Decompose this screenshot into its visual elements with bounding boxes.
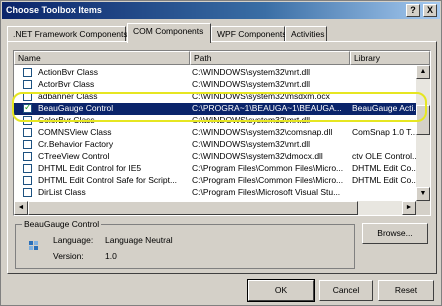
cancel-button[interactable]: Cancel [319,280,373,301]
details-group-title: BeauGauge Control [22,219,102,229]
row-name: ActorBvr Class [38,79,95,89]
row-checkbox[interactable] [23,68,32,77]
tab-net-framework[interactable]: .NET Framework Components [7,26,128,42]
list-item[interactable]: DirList Class C:\Program Files\Microsoft… [14,187,416,199]
list-item[interactable]: DHTML Edit Control Safe for Script... C:… [14,175,416,187]
list-item[interactable]: ActorBvr Class C:\WINDOWS\system32\mrt.d… [14,79,416,91]
row-checkbox[interactable] [23,128,32,137]
row-name: DHTML Edit Control for IE5 [38,163,142,173]
row-library: DHTML Edit Co... [352,175,416,185]
row-name: CTreeView Control [38,151,110,161]
tab-com-components[interactable]: COM Components [127,23,211,43]
row-path: C:\Program Files\Microsoft Visual Stu... [192,187,341,197]
window-title: Choose Toolbox Items [6,5,102,15]
row-name: DHTML Edit Control Safe for Script... [38,175,178,185]
version-value: 1.0 [105,251,117,261]
details-group [15,224,355,269]
close-button[interactable]: X [423,4,437,17]
row-checkbox[interactable] [23,188,32,197]
list-item[interactable]: COMNSView Class C:\WINDOWS\system32\coms… [14,127,416,139]
row-path: C:\WINDOWS\system32\mrt.dll [192,67,311,77]
row-checkbox[interactable] [23,164,32,173]
row-path: C:\WINDOWS\system32\mrt.dll [192,79,311,89]
highlight-ring [12,92,427,122]
reset-button[interactable]: Reset [378,280,434,301]
row-path: C:\WINDOWS\system32\dmocx.dll [192,151,323,161]
horizontal-scrollbar[interactable]: ◄ ► [14,201,416,215]
tab-activities[interactable]: Activities [285,26,327,42]
column-header-library[interactable]: Library [350,51,430,65]
title-bar: Choose Toolbox Items ? X [2,2,440,19]
row-library: ComSnap 1.0 T... [352,127,416,137]
row-library: ctv OLE Control... [352,151,416,161]
row-path: C:\Program Files\Common Files\Micro... [192,175,344,185]
scroll-left-arrow-icon[interactable]: ◄ [14,201,28,215]
dialog-window: Choose Toolbox Items ? X .NET Framework … [0,0,442,306]
scroll-right-arrow-icon[interactable]: ► [402,201,416,215]
ok-button[interactable]: OK [247,279,315,302]
row-path: C:\WINDOWS\system32\mrt.dll [192,139,311,149]
column-header-name[interactable]: Name [14,51,190,65]
help-button[interactable]: ? [406,4,420,17]
language-value: Language Neutral [105,235,173,245]
row-checkbox[interactable] [23,152,32,161]
component-list[interactable]: Name Path Library ActionBvr Class C:\WIN… [13,50,431,216]
list-header: Name Path Library [14,51,430,65]
control-icon [29,241,39,251]
row-name: COMNSView Class [38,127,112,137]
row-checkbox[interactable] [23,140,32,149]
list-item[interactable]: CTreeView Control C:\WINDOWS\system32\dm… [14,151,416,163]
scroll-up-arrow-icon[interactable]: ▲ [416,65,430,79]
row-checkbox[interactable] [23,80,32,89]
row-path: C:\WINDOWS\system32\comsnap.dll [192,127,333,137]
row-name: Cr.Behavior Factory [38,139,114,149]
list-item[interactable]: Cr.Behavior Factory C:\WINDOWS\system32\… [14,139,416,151]
column-header-path[interactable]: Path [190,51,350,65]
horizontal-scroll-thumb[interactable] [28,201,358,215]
row-name: ActionBvr Class [38,67,98,77]
list-item[interactable]: ActionBvr Class C:\WINDOWS\system32\mrt.… [14,67,416,79]
row-checkbox[interactable] [23,176,32,185]
row-path: C:\Program Files\Common Files\Micro... [192,163,344,173]
scroll-corner [416,201,430,215]
row-library: DHTML Edit Co... [352,163,416,173]
row-name: DirList Class [38,187,86,197]
version-label: Version: [53,251,84,261]
language-label: Language: [53,235,94,245]
browse-button[interactable]: Browse... [362,223,428,244]
scroll-down-arrow-icon[interactable]: ▼ [416,187,430,201]
vertical-scrollbar[interactable]: ▲ ▼ [416,65,430,203]
list-item[interactable]: DHTML Edit Control for IE5 C:\Program Fi… [14,163,416,175]
tab-wpf-components[interactable]: WPF Components [211,26,286,42]
